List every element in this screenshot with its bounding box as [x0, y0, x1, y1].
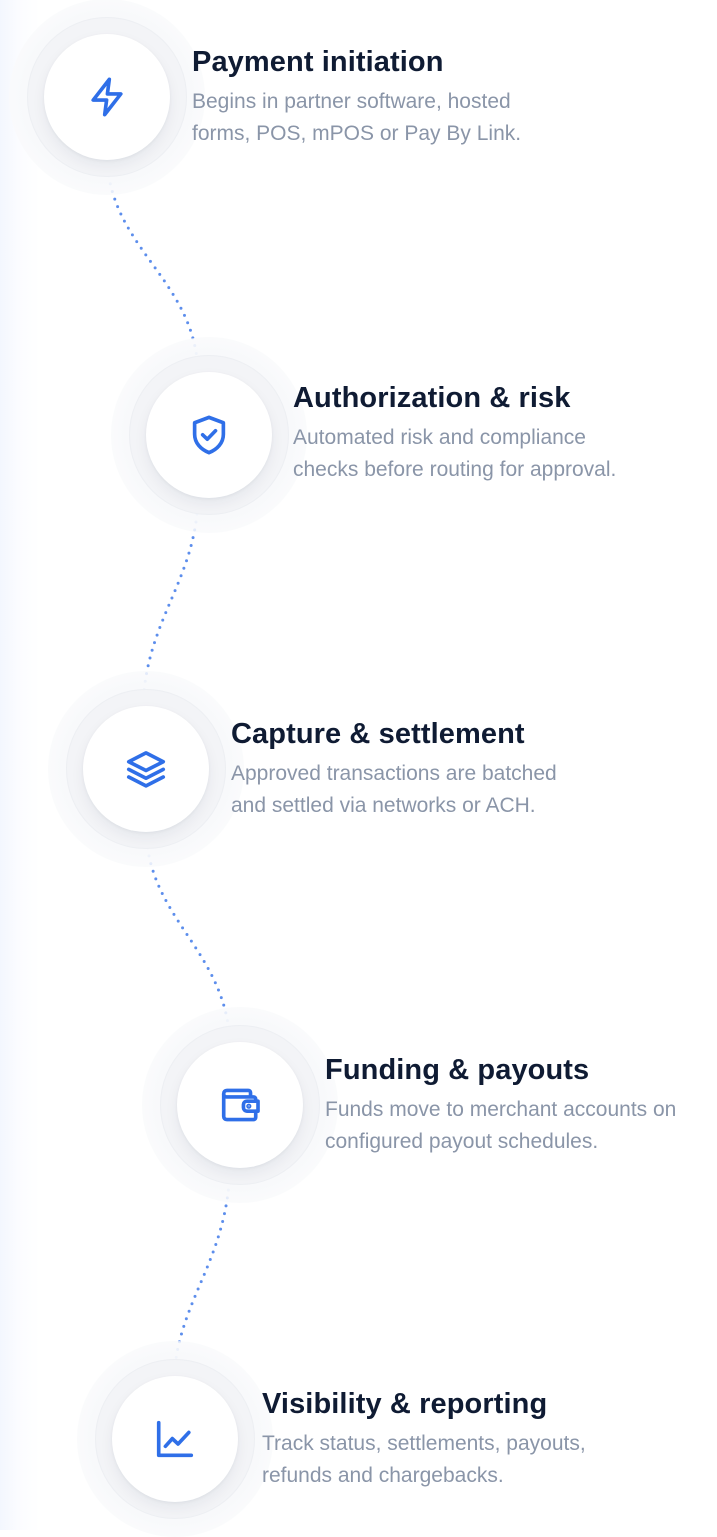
- step-icon-halo: [77, 1341, 273, 1537]
- step-description-line: checks before routing for approval.: [293, 458, 617, 481]
- step-title: Payment initiation: [192, 46, 444, 78]
- step-description-line: refunds and chargebacks.: [262, 1464, 504, 1487]
- step-icon-halo: [142, 1007, 338, 1203]
- step-description: Begins in partner software, hosted forms…: [192, 86, 692, 150]
- step-description-line: Approved transactions are batched: [231, 762, 557, 785]
- step-text: Capture & settlement Approved transactio…: [231, 716, 701, 822]
- step-title: Funding & payouts: [325, 1054, 590, 1086]
- step-description-line: forms, POS, mPOS or Pay By Link.: [192, 122, 522, 145]
- step-description-line: and settled via networks or ACH.: [231, 794, 536, 817]
- step-icon-halo: [48, 671, 244, 867]
- step-text: Funding & payouts Funds move to merchant…: [325, 1052, 717, 1158]
- step-description: Approved transactions are batched and se…: [231, 758, 701, 822]
- step-text: Payment initiation Begins in partner sof…: [192, 44, 692, 150]
- step-description: Funds move to merchant accounts on confi…: [325, 1094, 717, 1158]
- step-icon-ring: [27, 17, 187, 177]
- step-description-line: Begins in partner software, hosted: [192, 90, 511, 113]
- step-icon-ring: [129, 355, 289, 515]
- step-text: Visibility & reporting Track status, set…: [262, 1386, 702, 1492]
- step-icon-ring: [66, 689, 226, 849]
- step-icon-ring: [160, 1025, 320, 1185]
- step-text: Authorization & risk Automated risk and …: [293, 380, 713, 486]
- lightning-bolt-icon: [44, 34, 170, 160]
- step-icon-ring: [95, 1359, 255, 1519]
- step-description: Automated risk and compliance checks bef…: [293, 422, 713, 486]
- step-icon-halo: [9, 0, 205, 195]
- wallet-icon: [177, 1042, 303, 1168]
- step-title: Authorization & risk: [293, 382, 571, 414]
- step-description: Track status, settlements, payouts, refu…: [262, 1428, 702, 1492]
- layers-icon: [83, 706, 209, 832]
- step-description-line: Automated risk and compliance: [293, 426, 586, 449]
- step-title: Visibility & reporting: [262, 1388, 548, 1420]
- step-description-line: configured payout schedules.: [325, 1130, 599, 1153]
- chart-line-icon: [112, 1376, 238, 1502]
- step-description-line: Funds move to merchant accounts on: [325, 1098, 677, 1121]
- shield-check-icon: [146, 372, 272, 498]
- step-description-line: Track status, settlements, payouts,: [262, 1432, 586, 1455]
- step-icon-halo: [111, 337, 307, 533]
- step-title: Capture & settlement: [231, 718, 525, 750]
